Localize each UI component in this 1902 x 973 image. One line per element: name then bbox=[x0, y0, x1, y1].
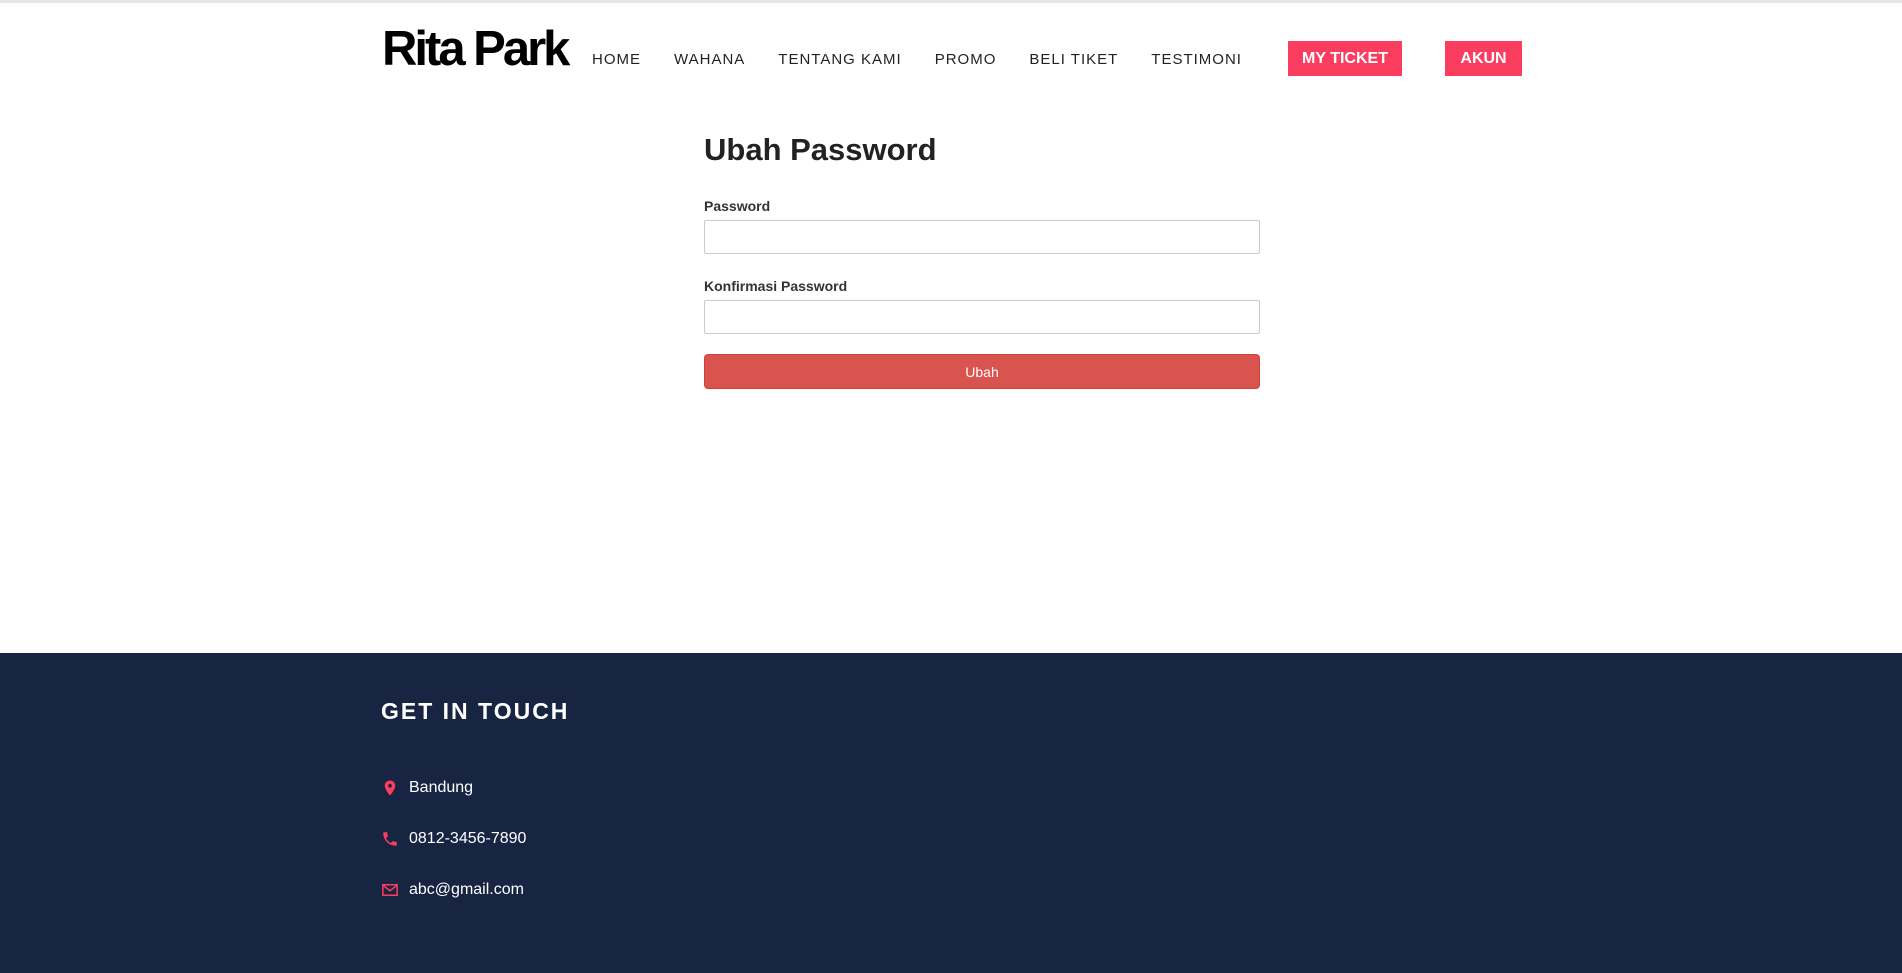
footer-title: GET IN TOUCH bbox=[381, 698, 570, 724]
phone-icon bbox=[383, 832, 397, 846]
map-marker-icon bbox=[384, 780, 396, 796]
nav-testimoni[interactable]: TESTIMONI bbox=[1151, 51, 1242, 68]
contact-location: Bandung bbox=[381, 779, 473, 797]
nav-wahana[interactable]: WAHANA bbox=[674, 51, 745, 68]
location-text: Bandung bbox=[409, 779, 474, 796]
password-input[interactable] bbox=[704, 220, 1260, 254]
confirm-password-input[interactable] bbox=[704, 300, 1260, 334]
confirm-password-label: Konfirmasi Password bbox=[704, 278, 848, 294]
site-footer: GET IN TOUCH Bandung 0812-3456-7890 abc@… bbox=[0, 653, 1902, 973]
site-logo[interactable]: Rita Park bbox=[382, 21, 570, 77]
change-password-form: Ubah Password Password Konfirmasi Passwo… bbox=[704, 128, 1260, 389]
password-label: Password bbox=[704, 198, 771, 214]
email-text[interactable]: abc@gmail.com bbox=[409, 881, 524, 899]
page-title: Ubah Password bbox=[704, 132, 937, 167]
phone-text[interactable]: 0812-3456-7890 bbox=[409, 830, 526, 848]
site-header: Rita Park HOME WAHANA TENTANG KAMI PROMO… bbox=[0, 3, 1902, 103]
nav-beli-tiket[interactable]: BELI TIKET bbox=[1029, 51, 1118, 68]
akun-button[interactable]: AKUN bbox=[1445, 41, 1522, 76]
nav-promo[interactable]: PROMO bbox=[935, 51, 997, 68]
main-nav: HOME WAHANA TENTANG KAMI PROMO BELI TIKE… bbox=[592, 47, 1275, 71]
nav-tentang-kami[interactable]: TENTANG KAMI bbox=[778, 51, 901, 68]
nav-home[interactable]: HOME bbox=[592, 51, 641, 68]
contact-phone: 0812-3456-7890 bbox=[381, 830, 526, 848]
envelope-icon bbox=[382, 884, 398, 896]
my-ticket-button[interactable]: MY TICKET bbox=[1288, 41, 1402, 76]
ubah-button[interactable]: Ubah bbox=[704, 354, 1260, 389]
contact-email: abc@gmail.com bbox=[381, 881, 524, 899]
